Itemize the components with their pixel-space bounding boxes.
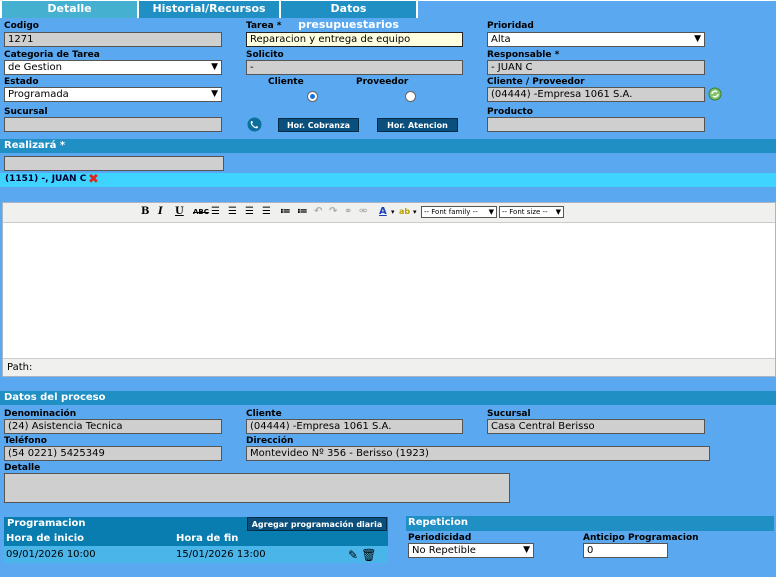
prioridad-select[interactable]: Alta ▼: [487, 32, 705, 47]
direccion-field[interactable]: Montevideo Nº 356 - Berisso (1923): [246, 446, 710, 461]
datos-proceso-title: Datos del proceso: [0, 391, 776, 405]
repeticion-header: Repeticion: [406, 516, 774, 531]
font-color-icon[interactable]: A: [379, 206, 387, 218]
justify-icon[interactable]: ☰: [262, 206, 271, 218]
remove-icon[interactable]: ✖: [88, 172, 99, 187]
programacion-title: Programacion: [7, 518, 86, 529]
font-family-select[interactable]: -- Font family -- ▼: [421, 206, 497, 218]
assignee-label: (1151) -, JUAN C: [5, 174, 87, 184]
undo-icon[interactable]: ↶: [314, 206, 322, 218]
telefono-label: Teléfono: [4, 436, 47, 446]
redo-icon[interactable]: ↷: [329, 206, 337, 218]
italic-icon[interactable]: I: [158, 206, 163, 218]
unlink-icon[interactable]: ⚮: [359, 206, 367, 218]
tab-historial-recursos[interactable]: Historial/Recursos: [139, 1, 280, 18]
proceso-sucursal-label: Sucursal: [487, 409, 531, 419]
anticipo-field[interactable]: 0: [583, 543, 668, 558]
number-list-icon[interactable]: ≔: [297, 206, 308, 218]
proveedor-radio-label: Proveedor: [356, 77, 409, 87]
cliente-radio-label: Cliente: [268, 77, 304, 87]
responsable-field[interactable]: - JUAN C: [487, 60, 705, 75]
chevron-down-icon: ▼: [211, 89, 218, 99]
codigo-label: Codigo: [4, 21, 39, 31]
hor-cobranza-button[interactable]: Hor. Cobranza: [278, 118, 359, 132]
tarea-label: Tarea *: [246, 21, 282, 31]
refresh-icon[interactable]: [708, 87, 722, 101]
tab-bar: Detalle Historial/Recursos Datos presupu…: [0, 0, 776, 31]
assignee-row: (1151) -, JUAN C ✖: [0, 172, 776, 187]
hor-atencion-button[interactable]: Hor. Atencion: [377, 118, 458, 132]
phone-icon[interactable]: [247, 117, 262, 132]
solicito-label: Solicito: [246, 50, 284, 60]
codigo-field[interactable]: 1271: [4, 32, 222, 47]
anticipo-label: Anticipo Programacion: [583, 533, 699, 543]
programacion-header: Programacion Agregar programación diaria: [4, 517, 388, 531]
denominacion-label: Denominación: [4, 409, 77, 419]
sucursal-label: Sucursal: [4, 107, 48, 117]
repeticion-title: Repeticion: [408, 517, 468, 528]
categoria-select[interactable]: de Gestion ▼: [4, 60, 222, 75]
delete-icon[interactable]: 🗑: [361, 548, 376, 562]
tab-detalle[interactable]: Detalle: [2, 1, 138, 18]
highlight-icon[interactable]: ab: [399, 206, 410, 218]
direccion-label: Dirección: [246, 436, 294, 446]
periodicidad-label: Periodicidad: [408, 533, 472, 543]
align-right-icon[interactable]: ☰: [245, 206, 254, 218]
chevron-down-icon: ▼: [211, 62, 218, 72]
realizara-input[interactable]: [4, 156, 224, 171]
font-size-select[interactable]: -- Font size -- ▼: [499, 206, 564, 218]
denominacion-field[interactable]: (24) Asistencia Tecnica: [4, 419, 222, 434]
proceso-cliente-label: Cliente: [246, 409, 282, 419]
cliente-radio[interactable]: [307, 91, 318, 102]
link-icon[interactable]: ⚭: [344, 206, 352, 218]
sucursal-field[interactable]: [4, 117, 222, 132]
solicito-field[interactable]: -: [246, 60, 463, 75]
strikethrough-icon[interactable]: ABC: [193, 206, 209, 218]
editor-toolbar: B I U ABC ☰ ☰ ☰ ☰ ≔ ≔ ↶ ↷ ⚭ ⚮ A ▾ ab ▾ -…: [3, 203, 775, 223]
categoria-label: Categoria de Tarea: [4, 50, 100, 60]
chevron-down-icon[interactable]: ▾: [413, 206, 417, 218]
column-header-inicio: Hora de inicio: [4, 531, 174, 546]
bullet-list-icon[interactable]: ≔: [280, 206, 291, 218]
fin-cell: 15/01/2026 13:00: [174, 546, 346, 563]
rich-text-editor[interactable]: B I U ABC ☰ ☰ ☰ ☰ ≔ ≔ ↶ ↷ ⚭ ⚮ A ▾ ab ▾ -…: [2, 202, 776, 377]
chevron-down-icon: ▼: [523, 545, 530, 555]
cliente-proveedor-label: Cliente / Proveedor: [487, 77, 585, 87]
producto-label: Producto: [487, 107, 533, 117]
estado-label: Estado: [4, 77, 39, 87]
proceso-cliente-field[interactable]: (04444) -Empresa 1061 S.A.: [246, 419, 463, 434]
detalle-label: Detalle: [4, 463, 41, 473]
table-row: 09/01/2026 10:00 15/01/2026 13:00 ✎ 🗑: [4, 546, 388, 563]
inicio-cell: 09/01/2026 10:00: [4, 546, 174, 563]
editor-path-bar: Path:: [3, 358, 775, 376]
tarea-field[interactable]: Reparacion y entrega de equipo: [246, 32, 463, 47]
telefono-field[interactable]: (54 0221) 5425349: [4, 446, 222, 461]
bold-icon[interactable]: B: [141, 206, 149, 218]
producto-field[interactable]: [487, 117, 705, 132]
programacion-table: Hora de inicio Hora de fin 09/01/2026 10…: [4, 531, 388, 563]
estado-select[interactable]: Programada ▼: [4, 87, 222, 102]
chevron-down-icon[interactable]: ▾: [391, 206, 395, 218]
periodicidad-select[interactable]: No Repetible ▼: [408, 543, 534, 558]
responsable-label: Responsable *: [487, 50, 560, 60]
tab-datos-presupuestarios[interactable]: Datos presupuestarios: [281, 1, 417, 31]
proveedor-radio[interactable]: [405, 91, 416, 102]
proceso-sucursal-field[interactable]: Casa Central Berisso: [487, 419, 705, 434]
chevron-down-icon: ▼: [694, 34, 701, 44]
align-left-icon[interactable]: ☰: [211, 206, 220, 218]
align-center-icon[interactable]: ☰: [228, 206, 237, 218]
prioridad-label: Prioridad: [487, 21, 534, 31]
column-header-fin: Hora de fin: [174, 531, 346, 546]
edit-icon[interactable]: ✎: [348, 548, 358, 562]
detalle-field[interactable]: [4, 473, 510, 503]
cliente-proveedor-field[interactable]: (04444) -Empresa 1061 S.A.: [487, 87, 705, 102]
realizara-section-title: Realizará *: [0, 139, 776, 153]
agregar-programacion-button[interactable]: Agregar programación diaria: [247, 517, 387, 531]
underline-icon[interactable]: U: [175, 206, 184, 218]
